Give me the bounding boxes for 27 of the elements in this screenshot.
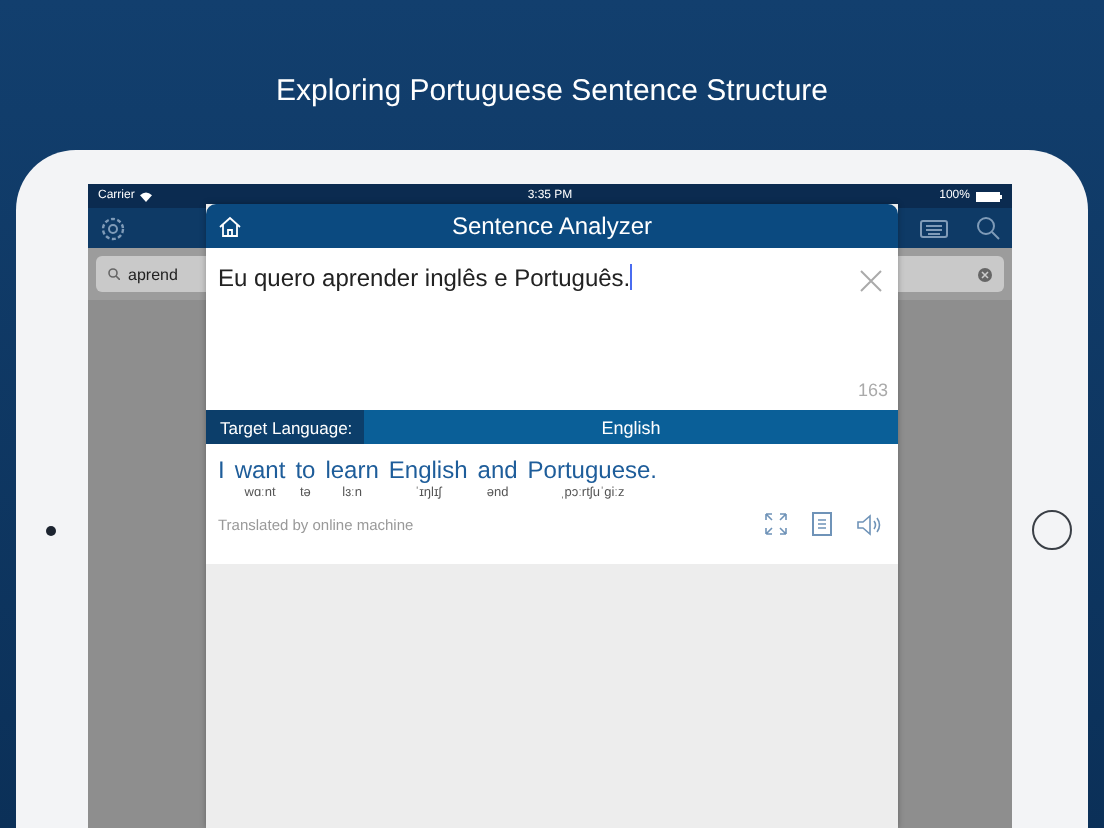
headline: Exploring Portuguese Sentence Structure [276,73,828,107]
panel-title: Sentence Analyzer [449,212,655,240]
document-icon[interactable] [812,512,832,536]
sentence-input[interactable]: Eu quero aprender inglês e Português. 163 [206,248,898,410]
character-count: 163 [857,380,888,400]
translation-word[interactable]: English [388,456,468,484]
close-icon[interactable] [860,270,882,292]
battery-icon [975,191,1002,201]
translation-word[interactable]: I [218,456,225,484]
wifi-icon [140,191,153,201]
home-icon[interactable] [218,215,242,237]
translation-word[interactable]: and [477,456,518,484]
translation-word[interactable]: learn [325,456,379,484]
camera-dot [46,526,56,536]
translation-word[interactable]: to [295,456,316,484]
keyboard-icon[interactable] [920,219,948,237]
translation-word[interactable]: want [234,456,286,484]
clear-icon[interactable] [978,267,992,281]
target-language-label: Target Language: [206,410,364,444]
settings-icon[interactable] [100,215,126,241]
expand-icon[interactable] [764,512,788,536]
target-language-selector[interactable]: English [364,410,898,444]
search-icon [108,268,120,280]
speaker-icon[interactable] [856,513,882,535]
search-icon[interactable] [976,216,1000,240]
translation-word[interactable]: Portuguese. [527,456,658,484]
home-button[interactable] [1032,510,1072,550]
